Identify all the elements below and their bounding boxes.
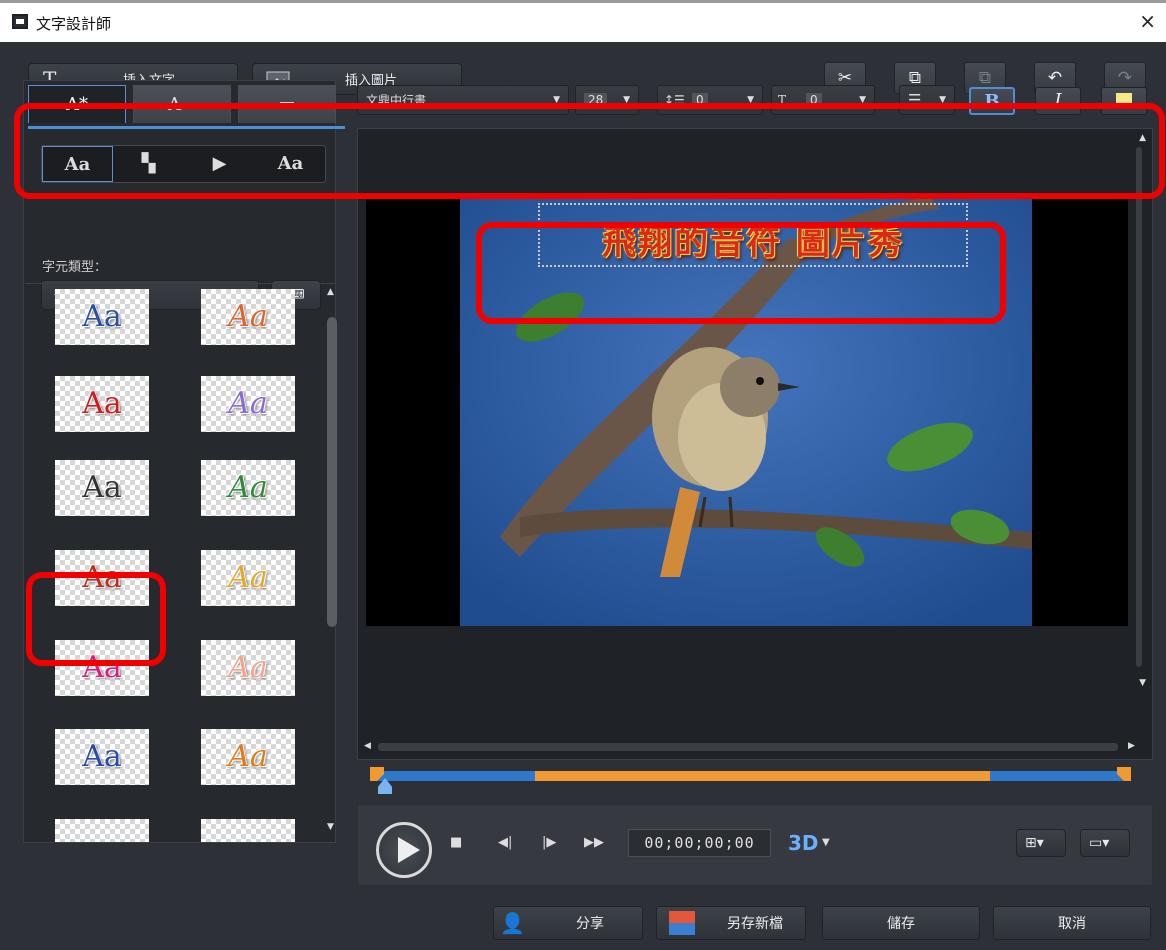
share-globe-icon: 👤 bbox=[500, 911, 525, 935]
save-as-label: 另存新檔 bbox=[727, 916, 783, 932]
screen-icon: ▭▾ bbox=[1089, 835, 1110, 851]
save-label: 儲存 bbox=[887, 916, 915, 932]
fast-forward-icon[interactable]: ▶▶ bbox=[584, 835, 604, 850]
preset-11[interactable]: Aa bbox=[55, 729, 149, 785]
play-button[interactable] bbox=[376, 822, 432, 878]
save-button[interactable]: 儲存 bbox=[822, 906, 980, 940]
save-as-icon bbox=[669, 911, 695, 935]
timeline-selection bbox=[535, 771, 990, 781]
close-icon[interactable]: × bbox=[1139, 11, 1156, 31]
scroll-left-icon[interactable]: ◀ bbox=[364, 741, 371, 751]
cancel-button[interactable]: 取消 bbox=[993, 906, 1151, 940]
preset-4[interactable]: Aa bbox=[201, 376, 295, 432]
highlight-format-toolbar bbox=[14, 103, 1165, 199]
aspect-ratio-button[interactable]: ▭▾ bbox=[1080, 829, 1130, 857]
scroll-right-icon[interactable]: ▶ bbox=[1128, 741, 1135, 751]
scroll-thumb[interactable] bbox=[327, 317, 337, 627]
preset-8[interactable]: Aa bbox=[201, 550, 295, 606]
prev-frame-icon[interactable]: ◀| bbox=[498, 835, 512, 850]
share-button[interactable]: 👤 分享 bbox=[493, 906, 643, 940]
3d-mode-label[interactable]: 3D bbox=[788, 831, 819, 855]
cancel-label: 取消 bbox=[1058, 916, 1086, 932]
stop-icon[interactable]: ■ bbox=[450, 835, 462, 850]
preset-5[interactable]: Aa bbox=[55, 460, 149, 516]
timeline-track[interactable] bbox=[375, 771, 1131, 781]
highlight-selected-preset bbox=[26, 572, 166, 666]
share-label: 分享 bbox=[576, 916, 604, 932]
grid-icon: ⊞▾ bbox=[1025, 835, 1044, 851]
scroll-down-icon[interactable]: ▼ bbox=[1139, 678, 1146, 688]
preset-10[interactable]: Aa bbox=[201, 640, 295, 696]
scroll-up-icon[interactable]: ▲ bbox=[327, 287, 334, 297]
preset-12[interactable]: Aa bbox=[201, 729, 295, 785]
chevron-down-icon[interactable]: ▼ bbox=[822, 837, 830, 848]
window-titlebar: 文字設計師 × bbox=[0, 0, 1166, 42]
preset-1[interactable]: Aa bbox=[55, 289, 149, 345]
preset-3[interactable]: Aa bbox=[55, 376, 149, 432]
app-icon bbox=[12, 14, 28, 29]
preview-vscroll[interactable] bbox=[1136, 147, 1142, 667]
next-frame-icon[interactable]: |▶ bbox=[542, 835, 556, 850]
preset-6[interactable]: Aa bbox=[201, 460, 295, 516]
preset-scrollbar[interactable]: ▲ ▼ bbox=[326, 287, 337, 837]
preset-2[interactable]: Aa bbox=[201, 289, 295, 345]
char-type-label: 字元類型： bbox=[42, 260, 108, 275]
window-title: 文字設計師 bbox=[36, 15, 112, 33]
scroll-down-icon[interactable]: ▼ bbox=[327, 822, 334, 832]
timecode-display[interactable]: 00;00;00;00 bbox=[628, 829, 771, 857]
save-as-button[interactable]: 另存新檔 bbox=[656, 906, 806, 940]
preset-14[interactable] bbox=[201, 819, 295, 842]
highlight-title-text bbox=[476, 222, 1006, 324]
playback-controls: ■ ◀| |▶ ▶▶ 00;00;00;00 3D ▼ ⊞▾ ▭▾ bbox=[357, 804, 1153, 886]
preview-hscroll[interactable] bbox=[378, 743, 1118, 751]
grid-toggle-button[interactable]: ⊞▾ bbox=[1016, 829, 1066, 857]
preset-grid: Aa Aa Aa Aa Aa Aa Aa Aa Aa Aa Aa Aa bbox=[25, 283, 335, 842]
preset-13[interactable] bbox=[55, 819, 149, 842]
